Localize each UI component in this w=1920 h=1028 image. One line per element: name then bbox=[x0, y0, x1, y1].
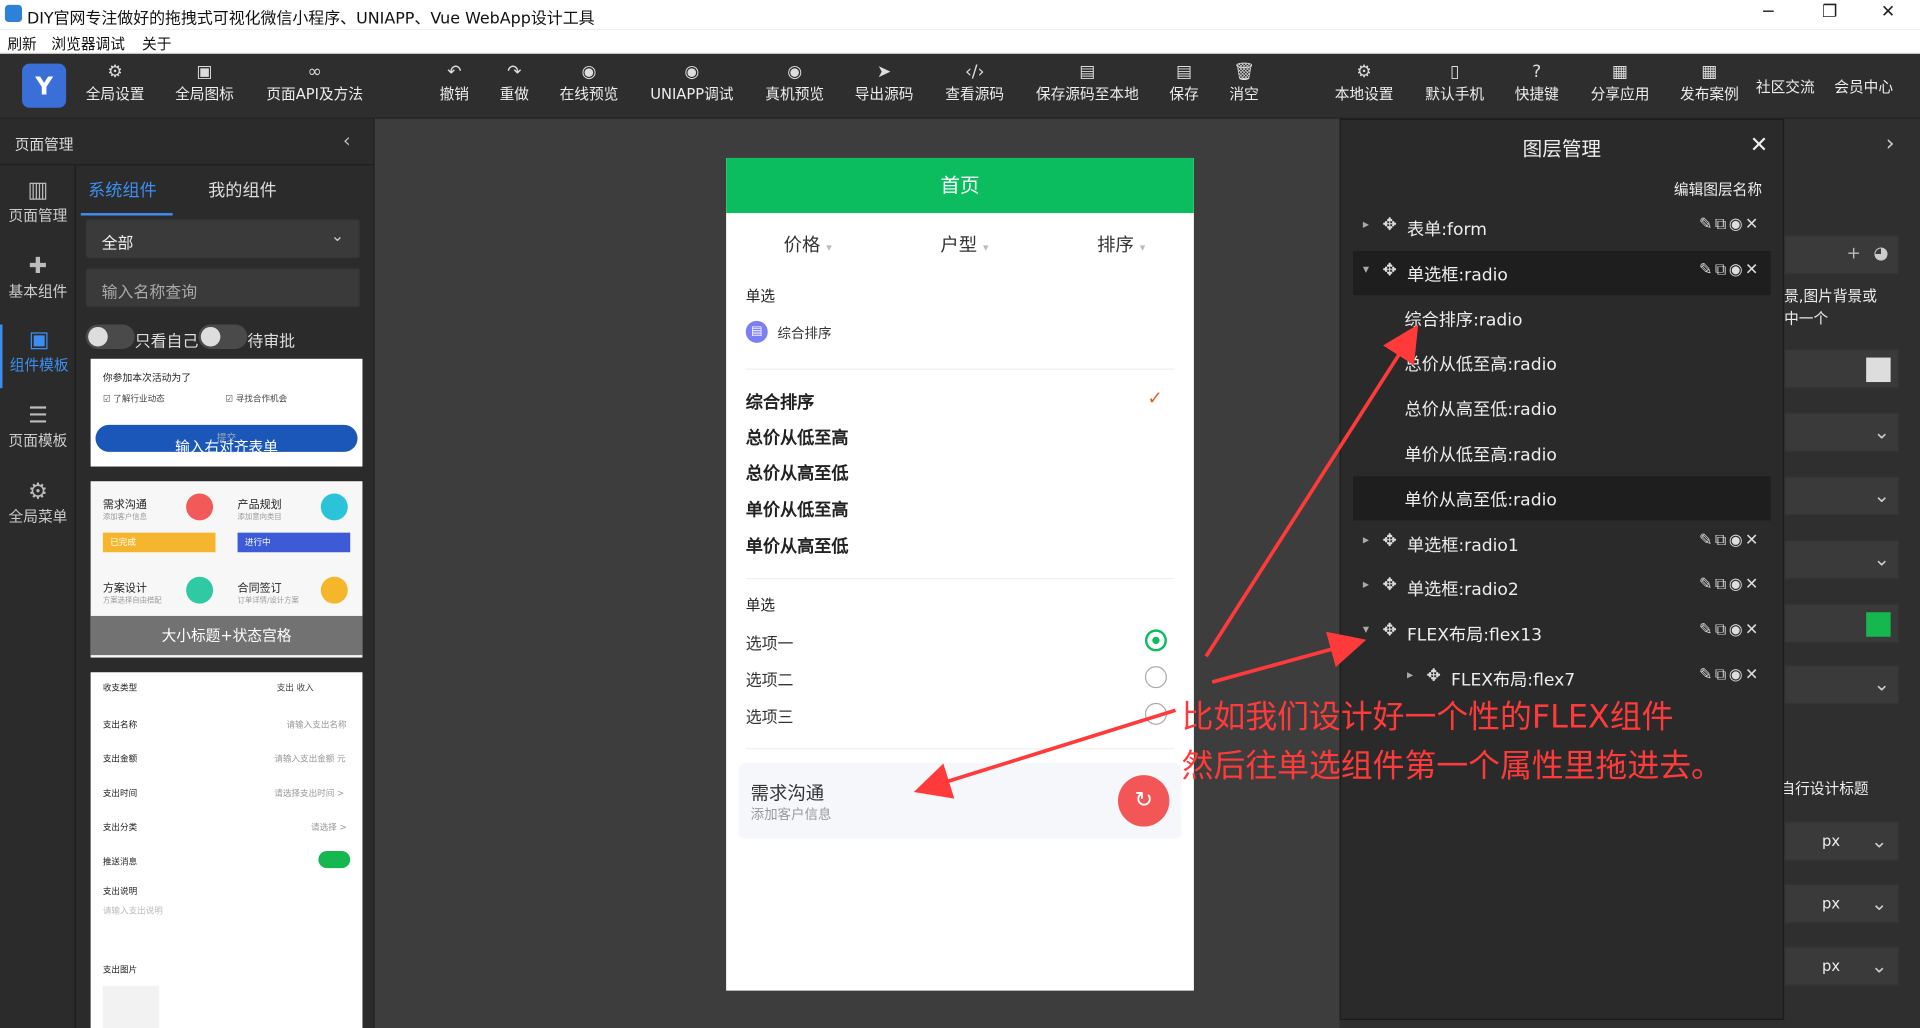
annotation-arrow bbox=[913, 708, 1177, 799]
annotation-arrows bbox=[913, 324, 1419, 799]
annotation-text-1: 比如我们设计好一个性的FLEX组件 bbox=[1181, 699, 1674, 736]
annotation-text-2: 然后往单选组件第一个属性里拖进去。 bbox=[1181, 748, 1723, 785]
annotation-arrow bbox=[1204, 324, 1419, 658]
annotation-arrow bbox=[1211, 631, 1367, 684]
